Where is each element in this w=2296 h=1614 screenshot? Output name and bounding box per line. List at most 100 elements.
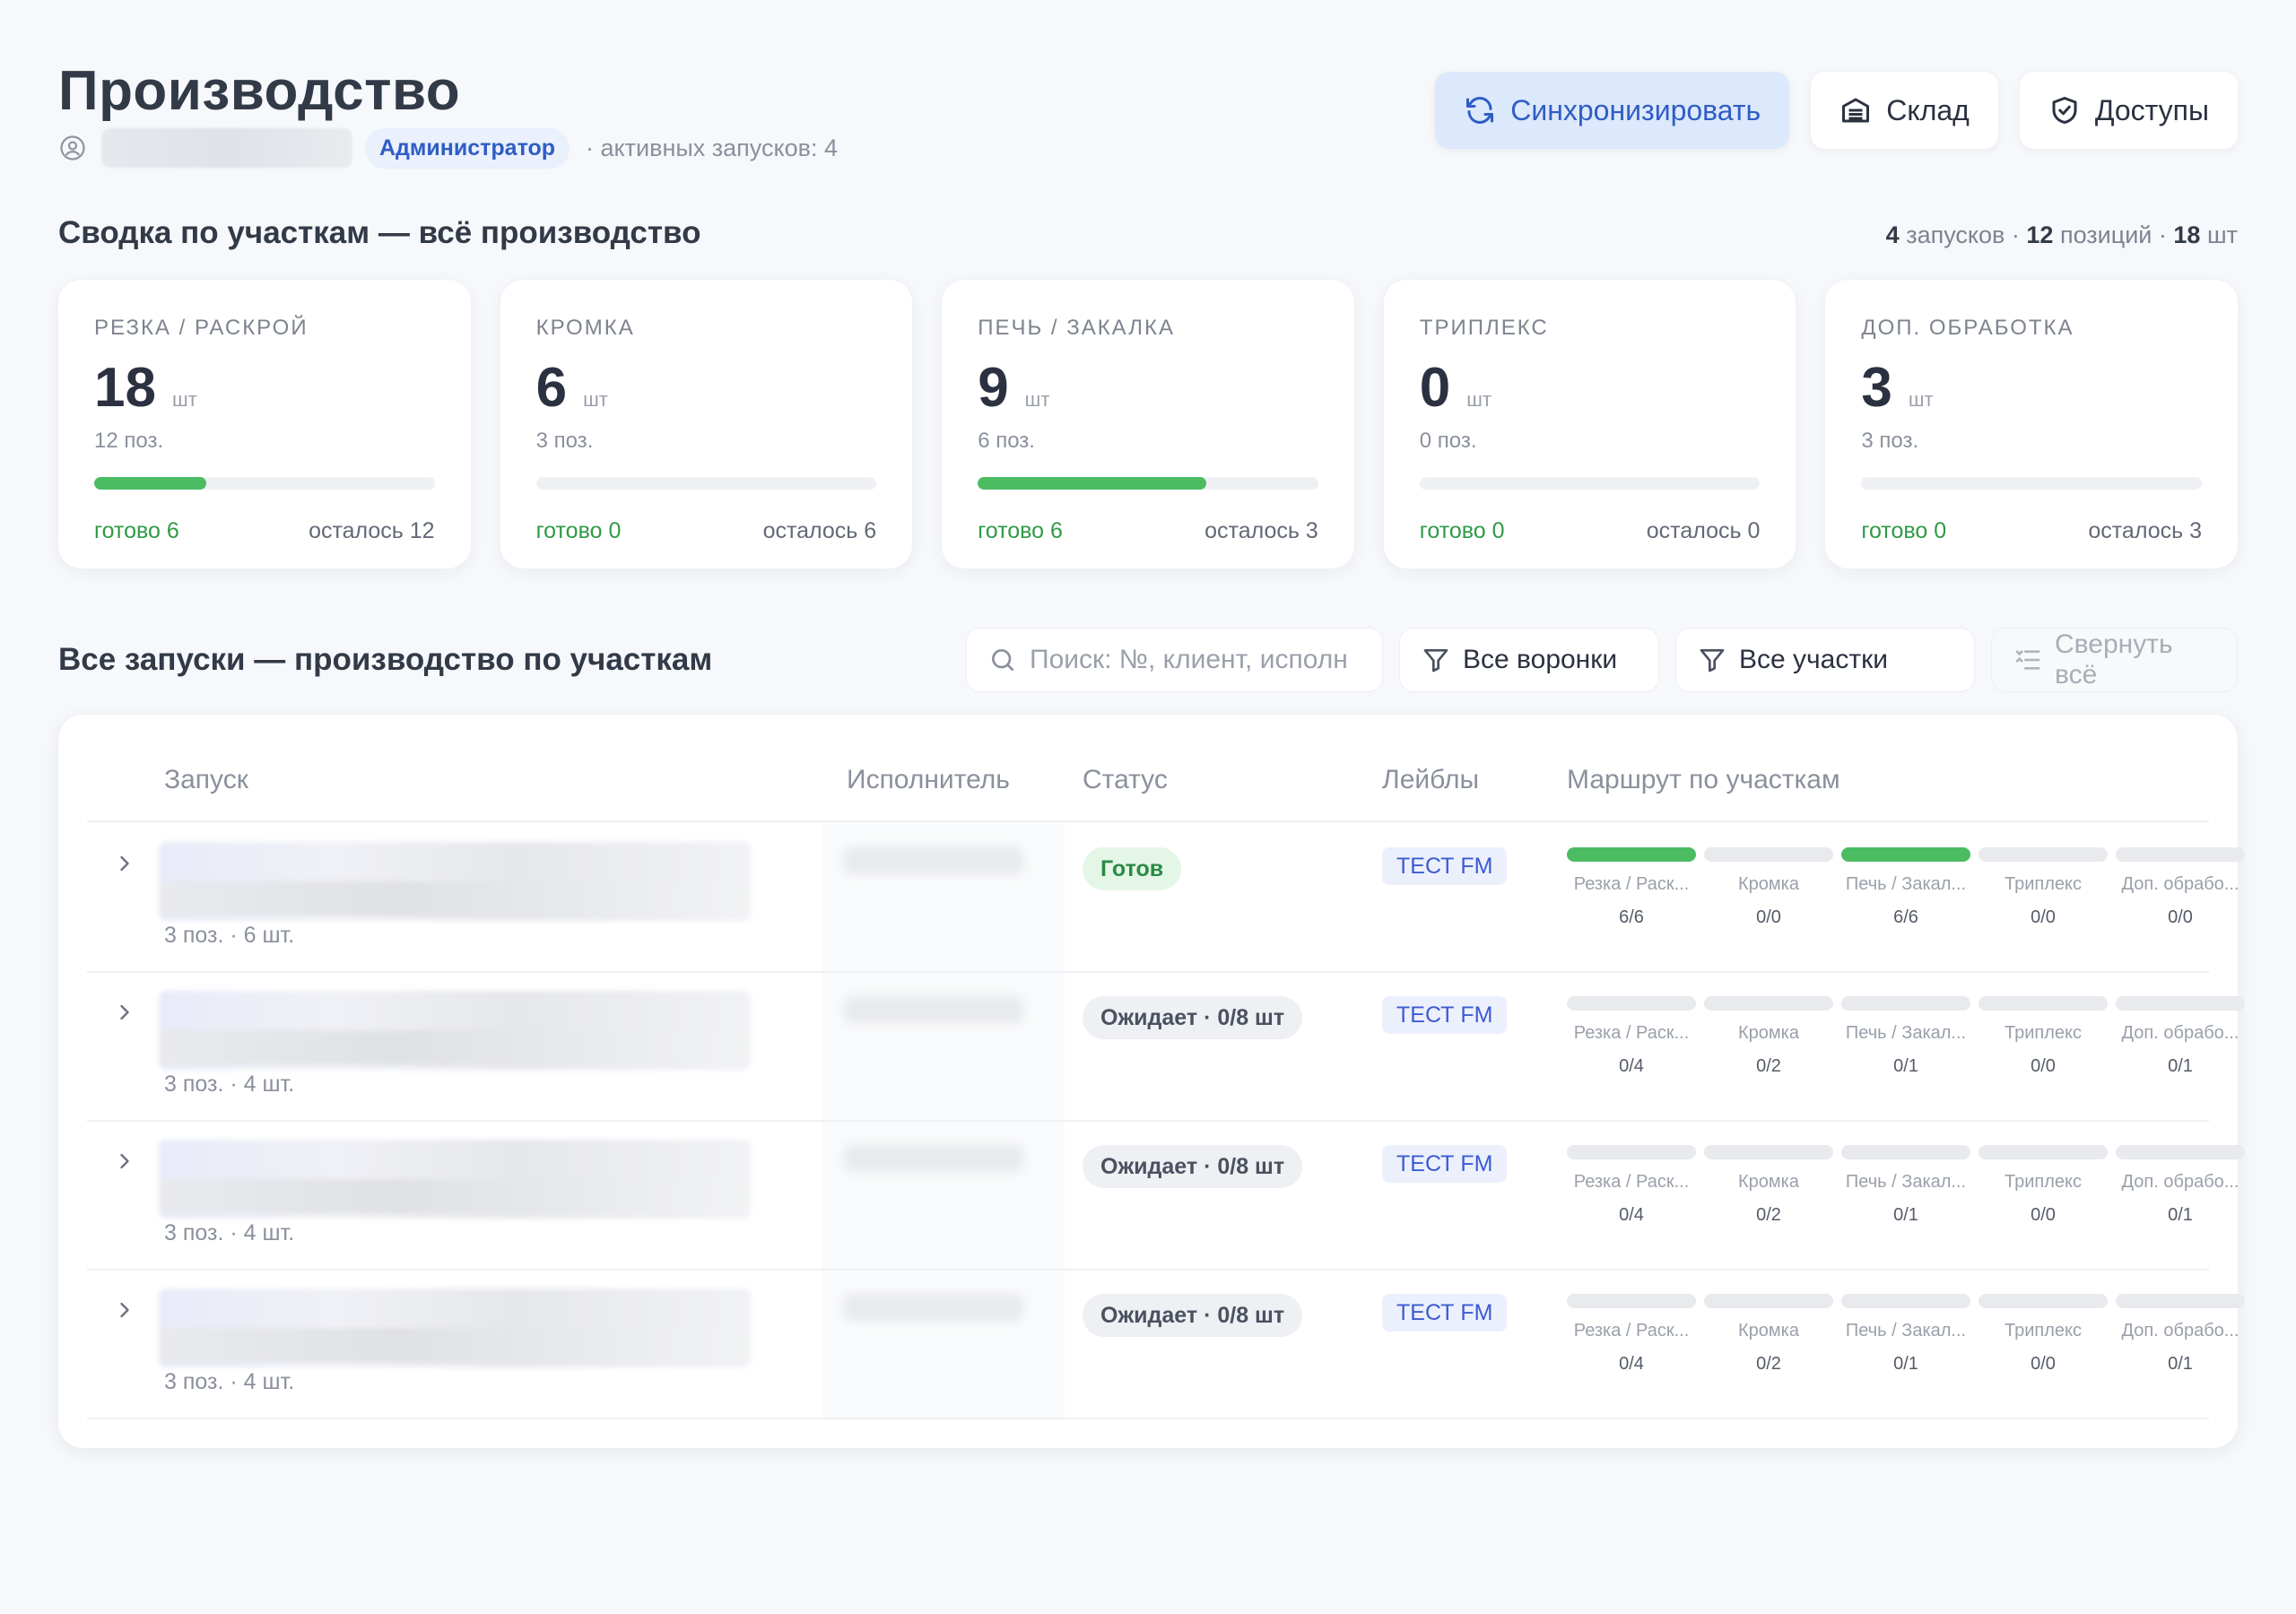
label-chip[interactable]: ТЕСТ FM	[1382, 996, 1508, 1034]
section-card-footer: готово 0 осталось 3	[1861, 518, 2202, 544]
route-segment-value: 0/0	[2031, 907, 2056, 927]
runs-table: Запуск Исполнитель Статус Лейблы Маршрут…	[58, 715, 2245, 1448]
route-segment: Доп. обрабо... 0/1	[2116, 996, 2245, 1077]
route-segment-value: 0/0	[2031, 1354, 2056, 1374]
route-segment: Кромка 0/2	[1704, 1294, 1833, 1375]
status-badge: Ожидает · 0/8 шт	[1083, 996, 1303, 1039]
summary-pieces-count: 18	[2173, 221, 2201, 248]
label-chip[interactable]: ТЕСТ FM	[1382, 847, 1508, 885]
remaining-count: осталось 12	[309, 518, 435, 543]
summary-title: Сводка по участкам — всё производство	[58, 215, 701, 250]
route-segment-name: Печь / Закал...	[1845, 1172, 1967, 1192]
route-segment-value: 6/6	[1619, 907, 1644, 927]
chevron-right-icon[interactable]	[112, 1149, 137, 1174]
route-segment-value: 0/0	[2031, 1056, 2056, 1076]
label-chip[interactable]: ТЕСТ FM	[1382, 1294, 1508, 1332]
column-run[interactable]: Запуск	[164, 765, 248, 795]
search-icon	[992, 649, 1013, 671]
search-input[interactable]: Поиск: №, клиент, исполн	[966, 628, 1383, 692]
collapse-all-button[interactable]: Свернуть всё	[1991, 628, 2238, 692]
progress-bar	[94, 477, 435, 490]
route-segment-value: 0/2	[1756, 1056, 1781, 1076]
runs-title: Все запуски — производство по участкам	[58, 642, 713, 677]
run-meta: 3 поз. · 4 шт.	[164, 1072, 295, 1097]
table-row[interactable]: 3 поз. · 4 шт. Ожидает · 0/8 шт ТЕСТ FM Рез…	[87, 1122, 2245, 1271]
route-segment: Печь / Закал... 6/6	[1841, 847, 1970, 928]
executor-redacted	[844, 996, 1023, 1023]
route-progress: Резка / Раск... 6/6 Кромка 0/0 Печь / Закал.…	[1567, 847, 2248, 955]
route-segment-value: 0/2	[1756, 1354, 1781, 1374]
section-card-unit: шт	[1024, 388, 1050, 411]
stock-button-label: Склад	[1886, 93, 1970, 126]
remaining-count: осталось 3	[2088, 518, 2202, 543]
column-executor[interactable]: Исполнитель	[847, 765, 1010, 795]
progress-bar	[978, 477, 1318, 490]
column-route[interactable]: Маршрут по участкам	[1567, 765, 1840, 795]
chevron-right-icon[interactable]	[112, 851, 137, 876]
funnel-filter-label: Все воронки	[1463, 645, 1618, 674]
route-segment-name: Доп. обрабо...	[2121, 1321, 2239, 1341]
route-segment-bar	[1704, 996, 1833, 1011]
section-card[interactable]: ПЕЧЬ / ЗАКАЛКА 9 шт 6 поз. готово 6 осталось …	[942, 280, 1354, 568]
executor-redacted	[844, 1145, 1023, 1172]
section-card-footer: готово 0 осталось 0	[1420, 518, 1761, 544]
route-segment-bar	[1979, 1294, 2108, 1308]
route-segment-name: Триплекс	[2005, 1321, 2082, 1341]
table-row[interactable]: 3 поз. · 4 шт. Ожидает · 0/8 шт ТЕСТ FM Рез…	[87, 1271, 2245, 1419]
route-segment-name: Кромка	[1738, 1023, 1799, 1043]
route-segment-name: Резка / Раск...	[1573, 1172, 1690, 1192]
route-segment-value: 0/1	[2168, 1205, 2193, 1225]
route-segment: Резка / Раск... 6/6	[1567, 847, 1696, 928]
section-filter[interactable]: Все участки	[1675, 628, 1975, 692]
refresh-icon	[1466, 97, 1494, 124]
executor-redacted	[844, 1294, 1023, 1321]
collapse-all-label: Свернуть всё	[2055, 629, 2173, 690]
remaining-count: осталось 3	[1205, 518, 1318, 543]
section-card[interactable]: ДОП. ОБРАБОТКА 3 шт 3 поз. готово 0 осталось …	[1825, 280, 2238, 568]
column-labels[interactable]: Лейблы	[1382, 765, 1479, 795]
section-card-number: 9	[978, 357, 1009, 419]
column-status[interactable]: Статус	[1083, 765, 1168, 795]
run-meta: 3 поз. · 6 шт.	[164, 923, 295, 948]
chevron-right-icon[interactable]	[112, 1297, 137, 1323]
table-row[interactable]: 3 поз. · 4 шт. Ожидает · 0/8 шт ТЕСТ FM Рез…	[87, 973, 2245, 1122]
route-segment-bar	[1704, 1294, 1833, 1308]
route-segment-name: Триплекс	[2005, 1023, 2082, 1043]
route-segment-name: Доп. обрабо...	[2121, 1023, 2239, 1043]
progress-bar-fill	[978, 477, 1206, 490]
route-segment-bar	[1979, 1145, 2108, 1159]
route-progress: Резка / Раск... 0/4 Кромка 0/2 Печь / Закал.…	[1567, 996, 2248, 1104]
summary-positions-label: позиций ·	[2059, 221, 2167, 248]
run-name-redacted	[159, 842, 751, 921]
label-chip[interactable]: ТЕСТ FM	[1382, 1145, 1508, 1183]
page-title: Производство	[58, 60, 461, 122]
role-badge: Администратор	[365, 127, 570, 169]
section-card-positions: 3 поз.	[535, 429, 594, 453]
route-segment-bar	[1704, 1145, 1833, 1159]
route-segment-bar	[1841, 1294, 1970, 1308]
table-row[interactable]: 3 поз. · 6 шт. Готов ТЕСТ FM Резка / Раск..…	[87, 824, 2245, 973]
summary-pieces-label: шт	[2206, 221, 2238, 248]
route-segment: Доп. обрабо... 0/1	[2116, 1145, 2245, 1226]
route-segment-name: Резка / Раск...	[1573, 1023, 1690, 1043]
chevron-right-icon[interactable]	[112, 1000, 137, 1025]
stock-button[interactable]: Склад	[1811, 72, 1998, 149]
list-collapse-icon	[2015, 650, 2040, 670]
table-header: Запуск Исполнитель Статус Лейблы Маршрут…	[87, 715, 2209, 822]
section-card[interactable]: РЕЗКА / РАСКРОЙ 18 шт 12 поз. готово 6 остало…	[58, 280, 471, 568]
route-segment-name: Доп. обрабо...	[2121, 1172, 2239, 1192]
funnel-filter[interactable]: Все воронки	[1399, 628, 1659, 692]
ready-count: готово 6	[94, 518, 179, 543]
section-card[interactable]: КРОМКА 6 шт 3 поз. готово 0 осталось 6	[500, 280, 913, 568]
executor-redacted	[844, 847, 1023, 874]
status-badge: Ожидает · 0/8 шт	[1083, 1294, 1303, 1337]
route-segment-value: 0/1	[1893, 1056, 1918, 1076]
route-segment: Кромка 0/2	[1704, 996, 1833, 1077]
section-card[interactable]: ТРИПЛЕКС 0 шт 0 поз. готово 0 осталось 0	[1383, 280, 1796, 568]
route-segment-value: 0/4	[1619, 1354, 1644, 1374]
runs-toolbar: Поиск: №, клиент, исполн Все воронки Все…	[966, 628, 2238, 692]
route-segment: Доп. обрабо... 0/0	[2116, 847, 2245, 928]
access-button[interactable]: Доступы	[2019, 72, 2238, 149]
route-segment-bar	[2116, 1294, 2245, 1308]
sync-button[interactable]: Синхронизировать	[1435, 72, 1790, 149]
